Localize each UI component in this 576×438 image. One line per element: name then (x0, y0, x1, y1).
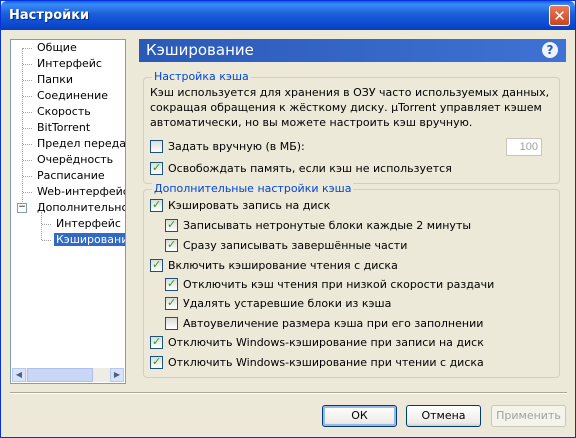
checkbox-box[interactable] (150, 335, 163, 349)
checkbox-box[interactable] (150, 258, 163, 272)
checkbox-label: Удалять устаревшие блоки из кэша (183, 297, 392, 310)
tree-item-interface[interactable]: Интерфейс (35, 56, 104, 72)
group-legend: Настройка кэша (152, 70, 251, 83)
checkbox-box[interactable] (150, 161, 163, 175)
tree-line (23, 144, 32, 145)
scroll-thumb[interactable] (27, 368, 93, 382)
checkbox-label: Кэшировать запись на диск (168, 199, 331, 212)
settings-window: Настройки ✕ − Общие Интерфейс Папки Соед… (0, 0, 576, 438)
collapse-icon[interactable]: − (17, 203, 27, 213)
checkbox-label: Автоувеличение размера кэша при его запо… (183, 317, 484, 330)
tree-item-webui[interactable]: Web-интерфейс (35, 184, 125, 200)
tree-item-folders[interactable]: Папки (35, 72, 75, 88)
tree-line (23, 160, 32, 161)
tree-line (23, 176, 32, 177)
checkbox-box[interactable] (165, 296, 178, 310)
tree-item-general[interactable]: Общие (35, 40, 79, 56)
window-title: Настройки (9, 8, 90, 23)
tree-line (23, 64, 32, 65)
group-legend: Дополнительные настройки кэша (152, 182, 354, 195)
title-bar[interactable]: Настройки ✕ (1, 1, 575, 30)
cache-size-field[interactable] (506, 138, 542, 156)
apply-button[interactable]: Применить (491, 405, 566, 427)
checkbox-label: Сразу записывать завершённые части (183, 239, 408, 252)
ok-button[interactable]: ОК (322, 405, 397, 427)
checkbox-label: Освобождать память, если кэш не использу… (168, 162, 452, 175)
checkbox-label: Записывать нетронутые блоки каждые 2 мин… (183, 219, 472, 232)
tree-item-queueing[interactable]: Очерёдность (35, 152, 115, 168)
checkbox-label: Отключить Windows-кэширование при записи… (168, 336, 484, 349)
checkbox-box[interactable] (150, 140, 163, 153)
tree-line (23, 48, 32, 49)
tree-line (42, 240, 51, 241)
checkbox-box[interactable] (150, 198, 163, 212)
close-icon[interactable]: ✕ (549, 5, 570, 26)
checkbox-label: Включить кэширование чтения с диска (168, 259, 398, 272)
checkbox-box[interactable] (165, 317, 178, 330)
tree-item-advanced[interactable]: Дополнительно (35, 200, 125, 216)
page-title: Кэширование (146, 41, 254, 59)
tree-line (23, 80, 32, 81)
scroll-right-icon[interactable]: ▶ (110, 368, 124, 382)
tree-item-connection[interactable]: Соединение (35, 88, 110, 104)
checkbox-label: Отключить кэш чтения при низкой скорости… (183, 278, 495, 291)
page-header: Кэширование ? (139, 39, 566, 62)
tree-item-speed[interactable]: Скорость (35, 104, 93, 120)
checkbox-box[interactable] (150, 355, 163, 369)
checkbox-box[interactable] (165, 277, 178, 291)
tree-horizontal-scrollbar[interactable]: ◀ ▶ (12, 368, 124, 382)
tree-line (23, 112, 32, 113)
cancel-button[interactable]: Отмена (406, 405, 481, 427)
tree-line (23, 96, 32, 97)
footer-separator (10, 392, 567, 394)
cache-description: Кэш используется для хранения в ОЗУ част… (150, 86, 550, 129)
tree-line (41, 212, 42, 240)
tree-item-bittorrent[interactable]: BitTorrent (35, 120, 92, 136)
tree-item-ui-extras[interactable]: Интерфейс (54, 216, 123, 232)
scroll-left-icon[interactable]: ◀ (12, 368, 26, 382)
tree-item-disk-cache[interactable]: Кэширование (54, 232, 125, 248)
checkbox-box[interactable] (165, 218, 178, 232)
tree-item-transfer-cap[interactable]: Предел передачи (35, 136, 125, 152)
tree-line (23, 192, 32, 193)
tree-line (23, 128, 32, 129)
settings-tree[interactable]: − Общие Интерфейс Папки Соединение Скоро… (10, 39, 126, 384)
checkbox-label: Задать вручную (в МБ): (168, 140, 305, 153)
help-icon[interactable]: ? (542, 42, 558, 58)
checkbox-box[interactable] (165, 238, 178, 252)
tree-line (42, 224, 51, 225)
tree-item-scheduler[interactable]: Расписание (35, 168, 107, 184)
checkbox-label: Отключить Windows-кэширование при чтении… (168, 356, 484, 369)
